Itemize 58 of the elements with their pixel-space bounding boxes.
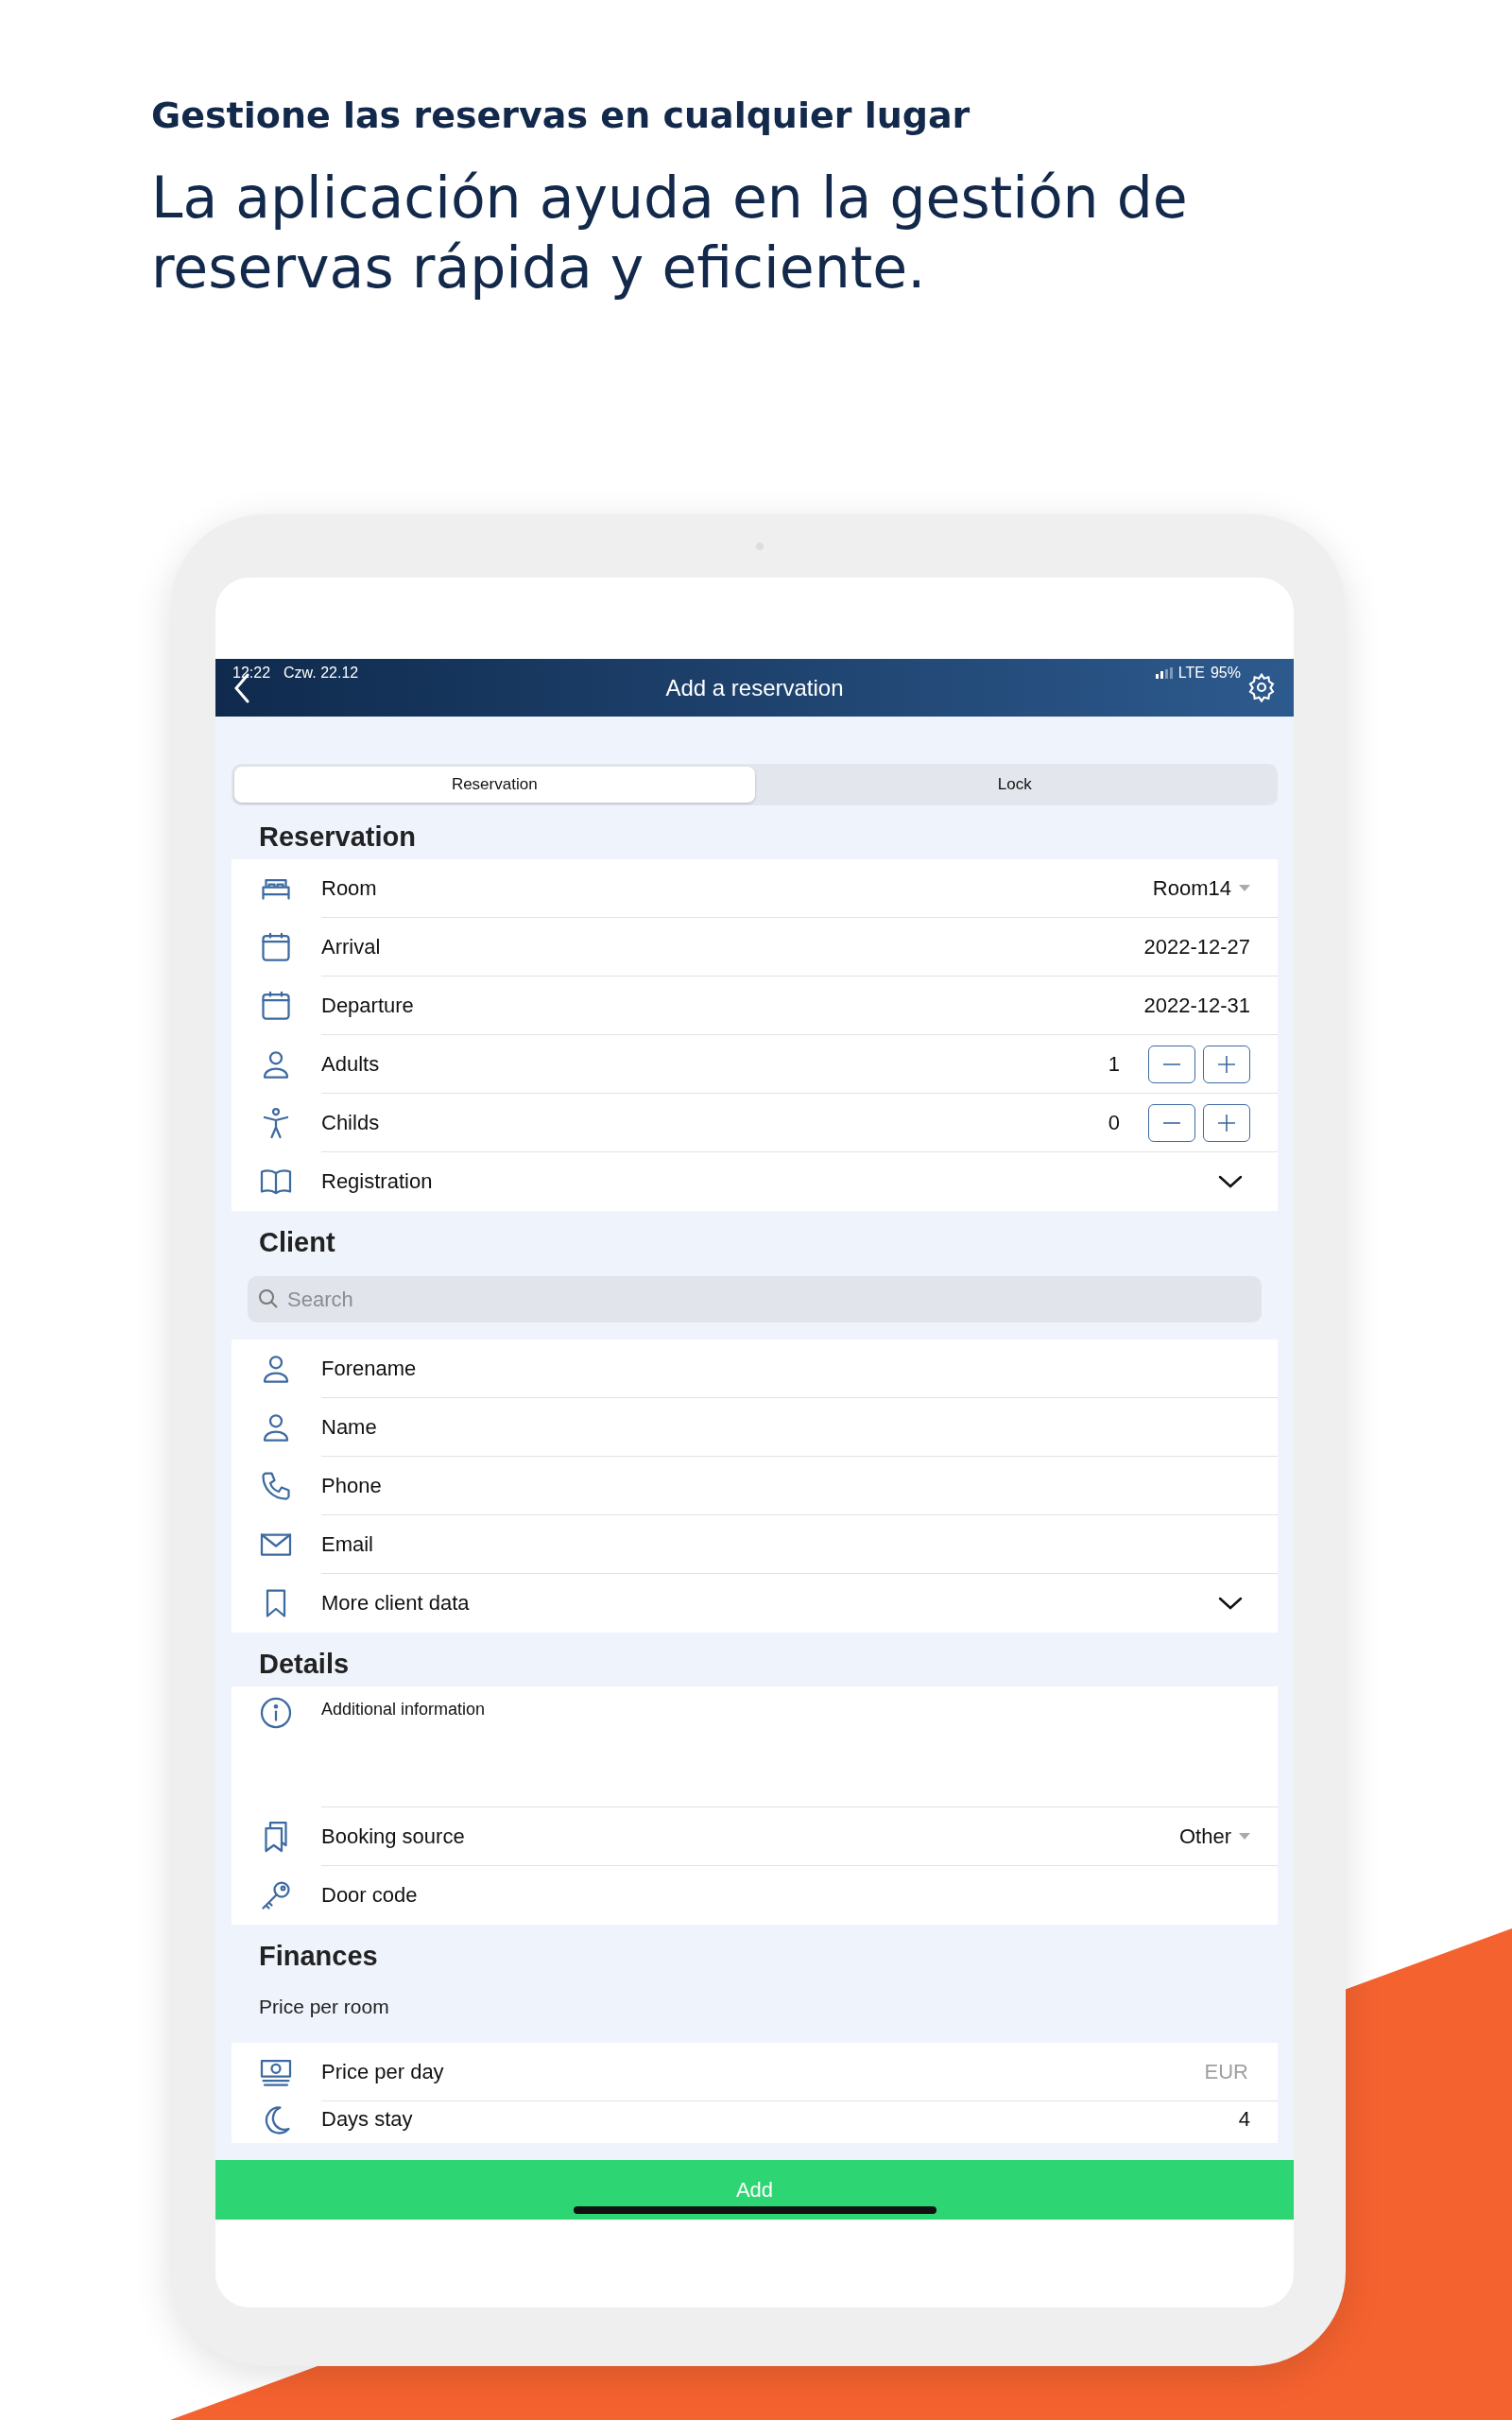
field-label: More client data <box>321 1591 471 1616</box>
decrement-button[interactable] <box>1148 1103 1195 1142</box>
value-text: 2022-12-27 <box>1143 934 1250 959</box>
minus-icon <box>1162 1063 1181 1065</box>
phone-icon <box>259 1469 293 1503</box>
eyebrow-heading: Gestione las reservas en cualquier lugar <box>151 95 971 136</box>
section-title: Details <box>258 1648 351 1681</box>
increment-button[interactable] <box>1203 1103 1250 1142</box>
field-label: Forename <box>321 1356 418 1381</box>
segment-tab[interactable]: Lock <box>754 767 1275 803</box>
increment-button[interactable] <box>1203 1045 1250 1083</box>
chevron-icon[interactable] <box>1218 1596 1243 1611</box>
caret-icon <box>1239 1832 1250 1841</box>
search-icon <box>257 1288 280 1310</box>
chevron-icon[interactable] <box>1218 1174 1243 1189</box>
field-label: Price per day <box>321 2059 445 2084</box>
field-label: Name <box>321 1414 378 1440</box>
field-label: Childs <box>321 1110 381 1135</box>
status-time: 12:22 <box>232 665 271 682</box>
field-label: Registration <box>321 1169 434 1194</box>
decrement-button[interactable] <box>1148 1045 1195 1083</box>
field-label: Email <box>321 1531 374 1557</box>
field-label: Adults <box>321 1051 381 1077</box>
segment-tab[interactable]: Reservation <box>234 767 755 803</box>
section-title: Finances <box>258 1940 379 1973</box>
battery-level: 95% <box>1210 665 1241 682</box>
plus-icon <box>1216 1053 1237 1075</box>
field-label: Phone <box>321 1473 383 1498</box>
headline: La aplicación ayuda en la gestión de reservas rápida y eficiente. <box>151 164 1189 302</box>
signal-icon <box>1155 667 1173 679</box>
section-title: Reservation <box>258 821 417 854</box>
field-label: Booking source <box>321 1824 466 1849</box>
field-label: Arrival <box>321 934 382 959</box>
count-value: 0 <box>1108 1110 1120 1135</box>
field-label: Departure <box>321 993 415 1018</box>
caret-icon <box>1239 884 1250 892</box>
minus-icon <box>1162 1121 1181 1124</box>
calendar-icon <box>259 989 293 1023</box>
network-label: LTE <box>1177 665 1205 682</box>
info-icon <box>259 1696 293 1730</box>
plus-icon <box>1216 1112 1237 1133</box>
section-title: Client <box>258 1226 336 1259</box>
calendar-icon <box>259 930 293 964</box>
subsection-label: Price per room <box>258 1995 390 2019</box>
key-icon <box>259 1878 293 1912</box>
field-label: Days stay <box>321 2107 414 2132</box>
status-date: Czw. 22.12 <box>284 665 359 682</box>
search-field[interactable]: Search <box>248 1276 1262 1322</box>
field-label: Additional information <box>321 1700 486 1720</box>
dropdown[interactable]: Other <box>1178 1824 1250 1849</box>
dropdown[interactable]: Room14 <box>1152 875 1250 901</box>
screen-title: Add a reservation <box>665 674 844 701</box>
value-text: 2022-12-31 <box>1143 993 1250 1018</box>
settings-icon[interactable] <box>1246 672 1277 702</box>
value-text: 4 <box>1238 2107 1250 2132</box>
count-value: 1 <box>1108 1051 1120 1077</box>
field-label: Room <box>321 875 378 901</box>
field-label: Door code <box>321 1883 419 1908</box>
